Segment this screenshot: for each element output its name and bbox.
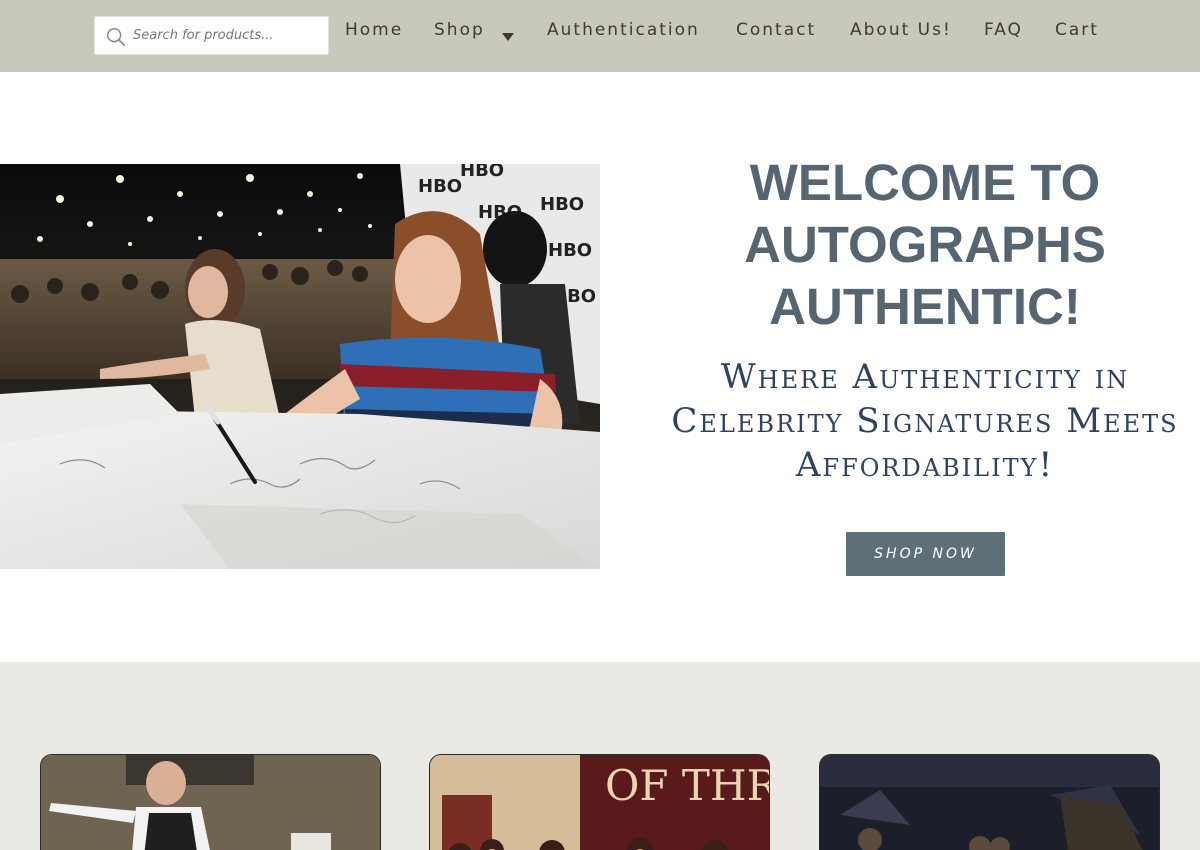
hero-photo: HBO HBO HBO HBO HBO HBO — [0, 164, 600, 569]
search-input[interactable] — [133, 17, 323, 54]
card-1-photo — [41, 755, 380, 850]
nav-cart[interactable]: Cart — [1055, 20, 1099, 44]
nav-shop[interactable]: Shop — [434, 20, 485, 44]
nav-faq[interactable]: FAQ — [984, 20, 1023, 44]
card-3-photo — [820, 755, 1159, 850]
svg-text:HBO: HBO — [540, 194, 584, 215]
nav-contact[interactable]: Contact — [736, 20, 816, 44]
shop-now-button[interactable]: SHOP NOW — [846, 532, 1005, 576]
hero-title: WELCOME TO AUTOGRAPHS AUTHENTIC! — [744, 154, 1106, 335]
caret-down-icon[interactable] — [501, 32, 515, 42]
svg-text:HBO: HBO — [548, 240, 592, 261]
search-icon — [107, 28, 126, 47]
nav-authentication[interactable]: Authentication — [547, 20, 700, 44]
feature-card-3[interactable] — [819, 754, 1160, 850]
svg-text:OF THR: OF THR — [605, 761, 770, 810]
site-header: Home Shop Authentication Contact About U… — [0, 0, 1200, 72]
svg-text:HBO: HBO — [460, 164, 504, 181]
svg-text:HBO: HBO — [418, 176, 462, 197]
hero-photo-illustration: HBOHBOHBO HBOHBOHBO — [0, 164, 600, 569]
search-box[interactable] — [94, 16, 329, 55]
nav-about-us[interactable]: About Us! — [850, 20, 952, 44]
hero-subtitle: Where Authenticity in Celebrity Signatur… — [671, 357, 1179, 485]
nav-home[interactable]: Home — [345, 20, 403, 44]
feature-card-2[interactable]: OF THR — [429, 754, 770, 850]
feature-card-1[interactable] — [40, 754, 381, 850]
card-2-photo: OF THR — [430, 755, 770, 850]
